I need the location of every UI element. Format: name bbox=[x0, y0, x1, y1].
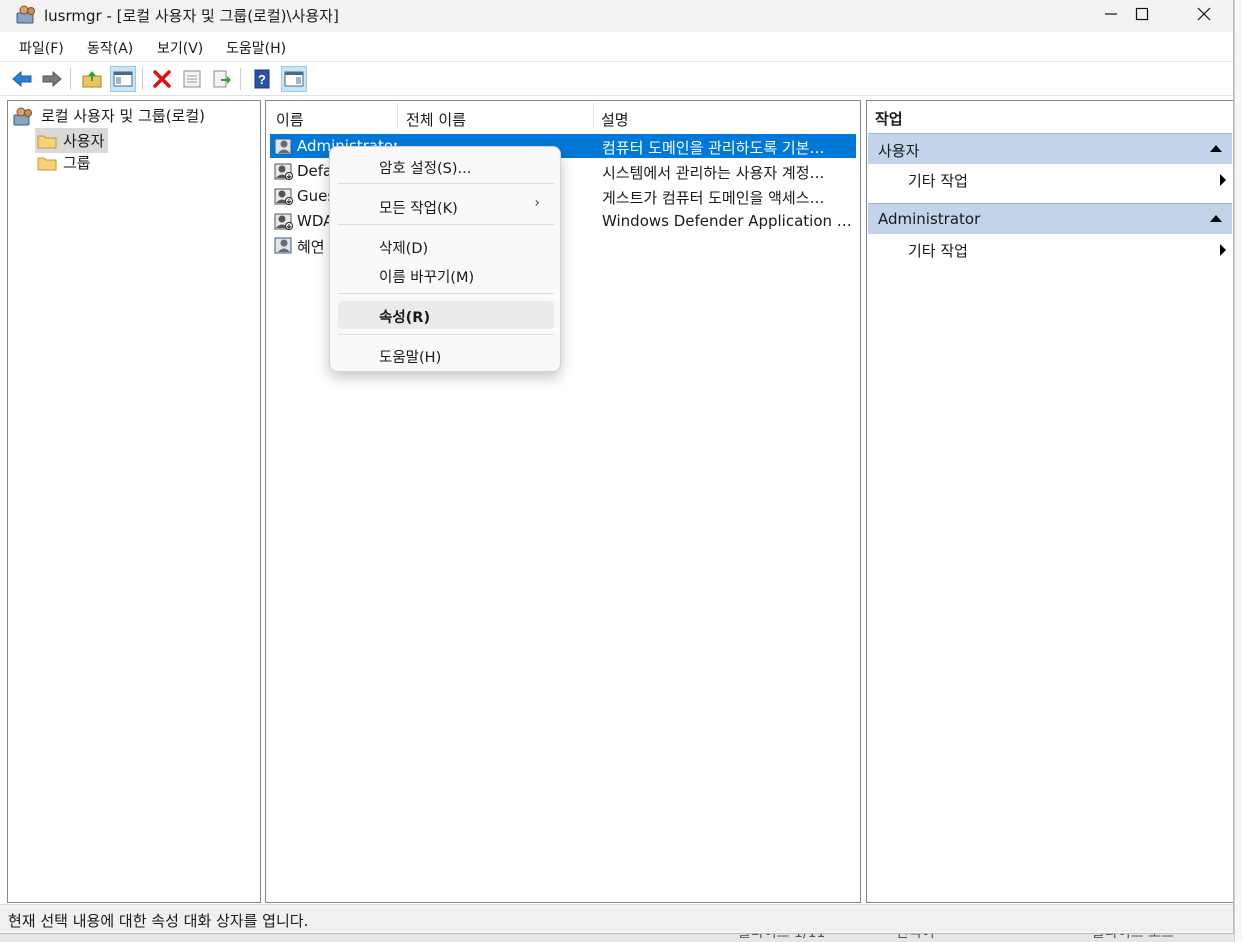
tree-users-label: 사용자 bbox=[63, 132, 105, 150]
users-app-icon bbox=[16, 5, 35, 24]
ctx-delete[interactable]: 삭제(D) bbox=[338, 232, 554, 260]
ctx-help[interactable]: 도움말(H) bbox=[338, 341, 554, 369]
maximize-button[interactable] bbox=[1111, 0, 1173, 28]
menu-bar: 파일(F) 동작(A) 보기(V) 도움말(H) bbox=[0, 32, 1233, 62]
more-actions-label: 기타 작업 bbox=[908, 172, 968, 190]
actions-section-administrator[interactable]: Administrator bbox=[868, 203, 1232, 234]
tree-root-node[interactable]: 로컬 사용자 및 그룹(로컬) bbox=[13, 105, 205, 126]
up-folder-icon bbox=[82, 71, 102, 88]
window-title: lusrmgr - [로컬 사용자 및 그룹(로컬)\사용자] bbox=[44, 7, 339, 25]
user-name-cell: Defa bbox=[297, 162, 331, 180]
actions-pane: 작업 사용자 기타 작업 Administrator 기타 작업 bbox=[866, 100, 1233, 903]
forward-icon bbox=[42, 70, 62, 88]
menu-separator bbox=[338, 334, 554, 335]
tree-node-groups[interactable]: 그룹 bbox=[37, 152, 91, 173]
column-header-name[interactable]: 이름 bbox=[276, 109, 304, 130]
show-hide-action-pane-icon bbox=[284, 71, 304, 87]
ctx-label: 이름 바꾸기(M) bbox=[379, 270, 475, 286]
user-description-cell: 게스트가 컴퓨터 도메인을 액세스… bbox=[602, 189, 825, 207]
ctx-label: 속성(R) bbox=[379, 310, 431, 326]
more-actions-label: 기타 작업 bbox=[908, 242, 968, 260]
computer-users-icon bbox=[13, 107, 32, 125]
context-menu: 암호 설정(S)... 모든 작업(K) › 삭제(D) 이름 바꾸기(M) 속… bbox=[329, 146, 561, 372]
background-app-edge bbox=[1234, 0, 1242, 942]
properties-icon bbox=[183, 70, 201, 88]
actions-section-label: 사용자 bbox=[878, 142, 920, 160]
status-bar: 현재 선택 내용에 대한 속성 대화 상자를 엽니다. bbox=[0, 904, 1233, 932]
menu-separator bbox=[338, 224, 554, 225]
close-button[interactable] bbox=[1173, 0, 1233, 28]
export-list-icon bbox=[213, 70, 231, 88]
menu-view[interactable]: 보기(V) bbox=[157, 38, 203, 58]
close-icon bbox=[1197, 7, 1211, 21]
menu-separator bbox=[338, 183, 554, 184]
lusrmgr-window: lusrmgr - [로컬 사용자 및 그룹(로컬)\사용자] 파일(F) 동작… bbox=[0, 0, 1234, 934]
console-tree-pane: 로컬 사용자 및 그룹(로컬) 사용자 그룹 bbox=[7, 100, 261, 903]
ctx-set-password[interactable]: 암호 설정(S)... bbox=[338, 152, 554, 180]
collapse-up-icon[interactable] bbox=[1210, 145, 1222, 152]
up-folder-button[interactable] bbox=[79, 66, 105, 92]
tree-root-label: 로컬 사용자 및 그룹(로컬) bbox=[41, 107, 206, 125]
ctx-rename[interactable]: 이름 바꾸기(M) bbox=[338, 261, 554, 289]
column-header-description[interactable]: 설명 bbox=[601, 109, 629, 130]
delete-button[interactable] bbox=[149, 66, 175, 92]
actions-section-users[interactable]: 사용자 bbox=[868, 133, 1232, 164]
user-icon bbox=[274, 237, 292, 254]
submenu-chevron-icon: › bbox=[534, 195, 540, 211]
show-hide-tree-icon bbox=[113, 71, 133, 87]
more-actions-users[interactable]: 기타 작업 bbox=[908, 166, 1228, 194]
user-name-cell: 혜연 bbox=[297, 238, 325, 256]
maximize-icon bbox=[1135, 7, 1149, 21]
toolbar-separator bbox=[240, 68, 241, 90]
title-bar[interactable]: lusrmgr - [로컬 사용자 및 그룹(로컬)\사용자] bbox=[0, 0, 1233, 32]
column-divider[interactable] bbox=[593, 103, 594, 129]
export-list-button[interactable] bbox=[209, 66, 235, 92]
user-name-cell: WDA bbox=[297, 212, 331, 230]
folder-icon bbox=[37, 157, 57, 170]
status-text: 현재 선택 내용에 대한 속성 대화 상자를 엽니다. bbox=[8, 912, 309, 930]
user-description-cell: 컴퓨터 도메인을 관리하도록 기본… bbox=[602, 139, 825, 157]
help-button[interactable]: ? bbox=[249, 66, 275, 92]
column-divider[interactable] bbox=[397, 103, 398, 129]
actions-title: 작업 bbox=[875, 110, 903, 128]
ctx-properties[interactable]: 속성(R) bbox=[338, 301, 554, 329]
show-hide-action-pane-button[interactable] bbox=[281, 66, 307, 92]
toolbar-separator bbox=[70, 68, 71, 90]
actions-section-label: Administrator bbox=[878, 210, 981, 228]
delete-icon bbox=[153, 70, 171, 88]
ctx-label: 삭제(D) bbox=[379, 241, 429, 257]
forward-button[interactable] bbox=[39, 66, 65, 92]
disabled-user-icon bbox=[274, 188, 293, 205]
ctx-label: 모든 작업(K) bbox=[379, 201, 458, 217]
tree-node-users[interactable]: 사용자 bbox=[35, 128, 109, 153]
submenu-arrow-icon bbox=[1220, 174, 1226, 186]
folder-icon bbox=[37, 135, 57, 148]
user-icon bbox=[274, 138, 292, 155]
ctx-all-tasks[interactable]: 모든 작업(K) › bbox=[338, 192, 554, 220]
user-description-cell: Windows Defender Application G… bbox=[602, 212, 854, 230]
user-description-cell: 시스템에서 관리하는 사용자 계정… bbox=[602, 164, 825, 182]
tree-groups-label: 그룹 bbox=[63, 154, 91, 172]
collapse-up-icon[interactable] bbox=[1210, 215, 1222, 222]
column-header-fullname[interactable]: 전체 이름 bbox=[406, 109, 466, 130]
show-hide-tree-button[interactable] bbox=[110, 66, 136, 92]
menu-separator bbox=[338, 293, 554, 294]
submenu-arrow-icon bbox=[1220, 244, 1226, 256]
menu-action[interactable]: 동작(A) bbox=[87, 38, 133, 58]
toolbar-separator bbox=[142, 68, 143, 90]
back-icon bbox=[12, 70, 32, 88]
back-button[interactable] bbox=[9, 66, 35, 92]
menu-help[interactable]: 도움말(H) bbox=[226, 38, 286, 58]
menu-file[interactable]: 파일(F) bbox=[19, 38, 64, 58]
disabled-user-icon bbox=[274, 213, 293, 230]
help-icon: ? bbox=[254, 69, 270, 89]
ctx-label: 암호 설정(S)... bbox=[379, 161, 472, 177]
disabled-user-icon bbox=[274, 163, 293, 180]
ctx-label: 도움말(H) bbox=[379, 350, 442, 366]
properties-button[interactable] bbox=[179, 66, 205, 92]
user-name-cell: Gues bbox=[297, 187, 331, 205]
more-actions-administrator[interactable]: 기타 작업 bbox=[908, 236, 1228, 264]
svg-text:?: ? bbox=[258, 72, 266, 87]
toolbar: ? bbox=[0, 62, 1233, 96]
